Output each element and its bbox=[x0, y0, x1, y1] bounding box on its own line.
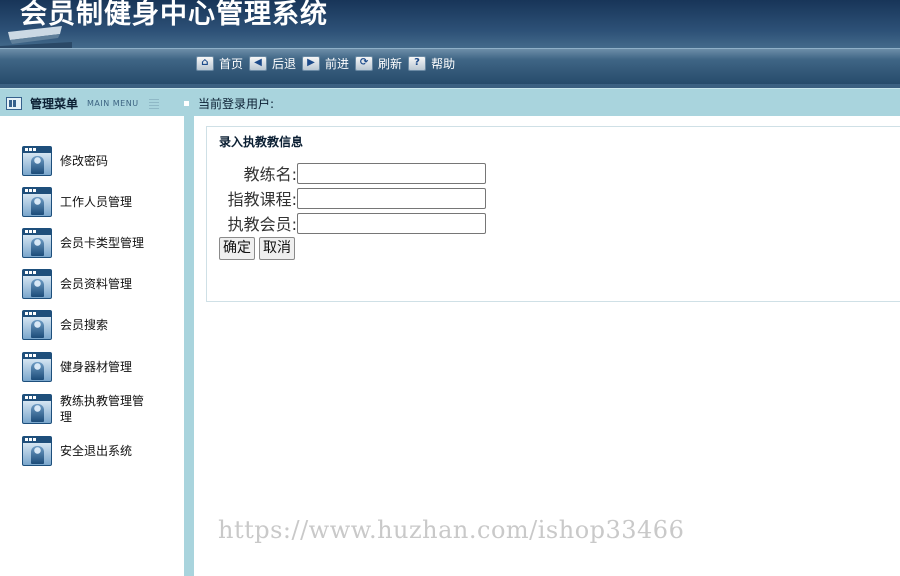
admin-window-icon bbox=[22, 228, 52, 258]
member-input[interactable] bbox=[297, 212, 486, 234]
form-buttons: 确定 取消 bbox=[219, 237, 295, 260]
current-user-label: 当前登录用户: bbox=[198, 97, 275, 111]
sidebar: 修改密码 工作人员管理 会员卡类型管理 会员资料管理 会员搜索 健身器材管理 教… bbox=[0, 116, 184, 576]
sidebar-item-coaching[interactable]: 教练执教管理管 理 bbox=[22, 393, 160, 425]
sidebar-item-label: 健身器材管理 bbox=[60, 360, 133, 374]
sidebar-divider bbox=[184, 116, 194, 576]
menu-header-lines bbox=[148, 98, 159, 109]
admin-window-icon bbox=[22, 310, 52, 340]
confirm-button[interactable]: 确定 bbox=[219, 237, 255, 260]
coach-name-label: 教练名: bbox=[243, 165, 297, 184]
sidebar-item-label: 教练执教管理管 理 bbox=[60, 394, 145, 424]
admin-window-icon bbox=[22, 146, 52, 176]
course-label: 指教课程: bbox=[227, 190, 297, 209]
toolbar-back-label: 后退 bbox=[272, 56, 297, 71]
home-icon: ⌂ bbox=[196, 55, 214, 71]
sidebar-item-label: 会员搜索 bbox=[60, 318, 109, 332]
sidebar-item-logout[interactable]: 安全退出系统 bbox=[22, 436, 132, 466]
toolbar: ⌂ 首页 ◀ 后退 ▶ 前进 ⟳ 刷新 ? 帮助 bbox=[196, 54, 461, 72]
toolbar-home-label: 首页 bbox=[219, 56, 244, 71]
admin-window-icon bbox=[22, 269, 52, 299]
toolbar-home-button[interactable]: ⌂ 首页 bbox=[196, 55, 247, 72]
sidebar-item-label: 会员资料管理 bbox=[60, 277, 133, 291]
coach-entry-form: 录入执教教信息 教练名: 指教课程: 执教会员: 确定 取消 bbox=[206, 126, 900, 302]
admin-window-icon bbox=[22, 436, 52, 466]
admin-window-icon bbox=[22, 187, 52, 217]
sidebar-item-member-search[interactable]: 会员搜索 bbox=[22, 310, 108, 340]
toolbar-forward-label: 前进 bbox=[325, 56, 350, 71]
sidebar-item-card-types[interactable]: 会员卡类型管理 bbox=[22, 228, 144, 258]
cancel-button[interactable]: 取消 bbox=[259, 237, 295, 260]
sidebar-item-equipment[interactable]: 健身器材管理 bbox=[22, 352, 132, 382]
form-row-member: 执教会员: bbox=[219, 211, 486, 235]
arrow-left-icon: ◀ bbox=[249, 55, 268, 71]
admin-window-icon bbox=[22, 394, 52, 424]
toolbar-help-label: 帮助 bbox=[431, 56, 456, 71]
member-label: 执教会员: bbox=[227, 215, 297, 234]
sidebar-item-change-password[interactable]: 修改密码 bbox=[22, 146, 108, 176]
sidebar-item-staff[interactable]: 工作人员管理 bbox=[22, 187, 132, 217]
refresh-icon: ⟳ bbox=[355, 55, 374, 71]
form-title: 录入执教教信息 bbox=[219, 135, 304, 149]
toolbar-help-button[interactable]: ? 帮助 bbox=[408, 55, 459, 72]
watermark-text: https://www.huzhan.com/ishop33466 bbox=[218, 516, 685, 544]
main-content: 录入执教教信息 教练名: 指教课程: 执教会员: 确定 取消 bbox=[194, 116, 900, 576]
toolbar-forward-button[interactable]: ▶ 前进 bbox=[302, 55, 353, 72]
help-icon: ? bbox=[408, 55, 427, 71]
sidebar-item-label: 安全退出系统 bbox=[60, 444, 133, 458]
user-bullet-icon bbox=[184, 101, 189, 106]
sidebar-item-label: 会员卡类型管理 bbox=[60, 236, 145, 250]
menu-header: 管理菜单 MAIN MENU bbox=[6, 95, 159, 112]
toolbar-refresh-button[interactable]: ⟳ 刷新 bbox=[355, 55, 406, 72]
course-input[interactable] bbox=[297, 187, 486, 209]
form-row-course: 指教课程: bbox=[219, 186, 486, 210]
toolbar-back-button[interactable]: ◀ 后退 bbox=[249, 55, 300, 72]
menu-panel-icon bbox=[6, 97, 22, 110]
admin-window-icon bbox=[22, 352, 52, 382]
sidebar-item-member-profiles[interactable]: 会员资料管理 bbox=[22, 269, 132, 299]
sidebar-item-label: 修改密码 bbox=[60, 154, 109, 168]
title-bar: 管理菜单 MAIN MENU 当前登录用户: bbox=[0, 88, 900, 116]
menu-header-subtitle: MAIN MENU bbox=[87, 99, 139, 108]
form-row-coach-name: 教练名: bbox=[219, 161, 486, 185]
toolbar-refresh-label: 刷新 bbox=[378, 56, 403, 71]
sidebar-item-label: 工作人员管理 bbox=[60, 195, 133, 209]
coach-name-input[interactable] bbox=[297, 162, 486, 184]
current-user-info: 当前登录用户: bbox=[184, 95, 274, 112]
menu-header-title: 管理菜单 bbox=[30, 97, 79, 111]
app-header: 会员制健身中心管理系统 ⌂ 首页 ◀ 后退 ▶ 前进 ⟳ 刷新 ? 帮助 bbox=[0, 0, 900, 88]
arrow-right-icon: ▶ bbox=[302, 55, 321, 71]
